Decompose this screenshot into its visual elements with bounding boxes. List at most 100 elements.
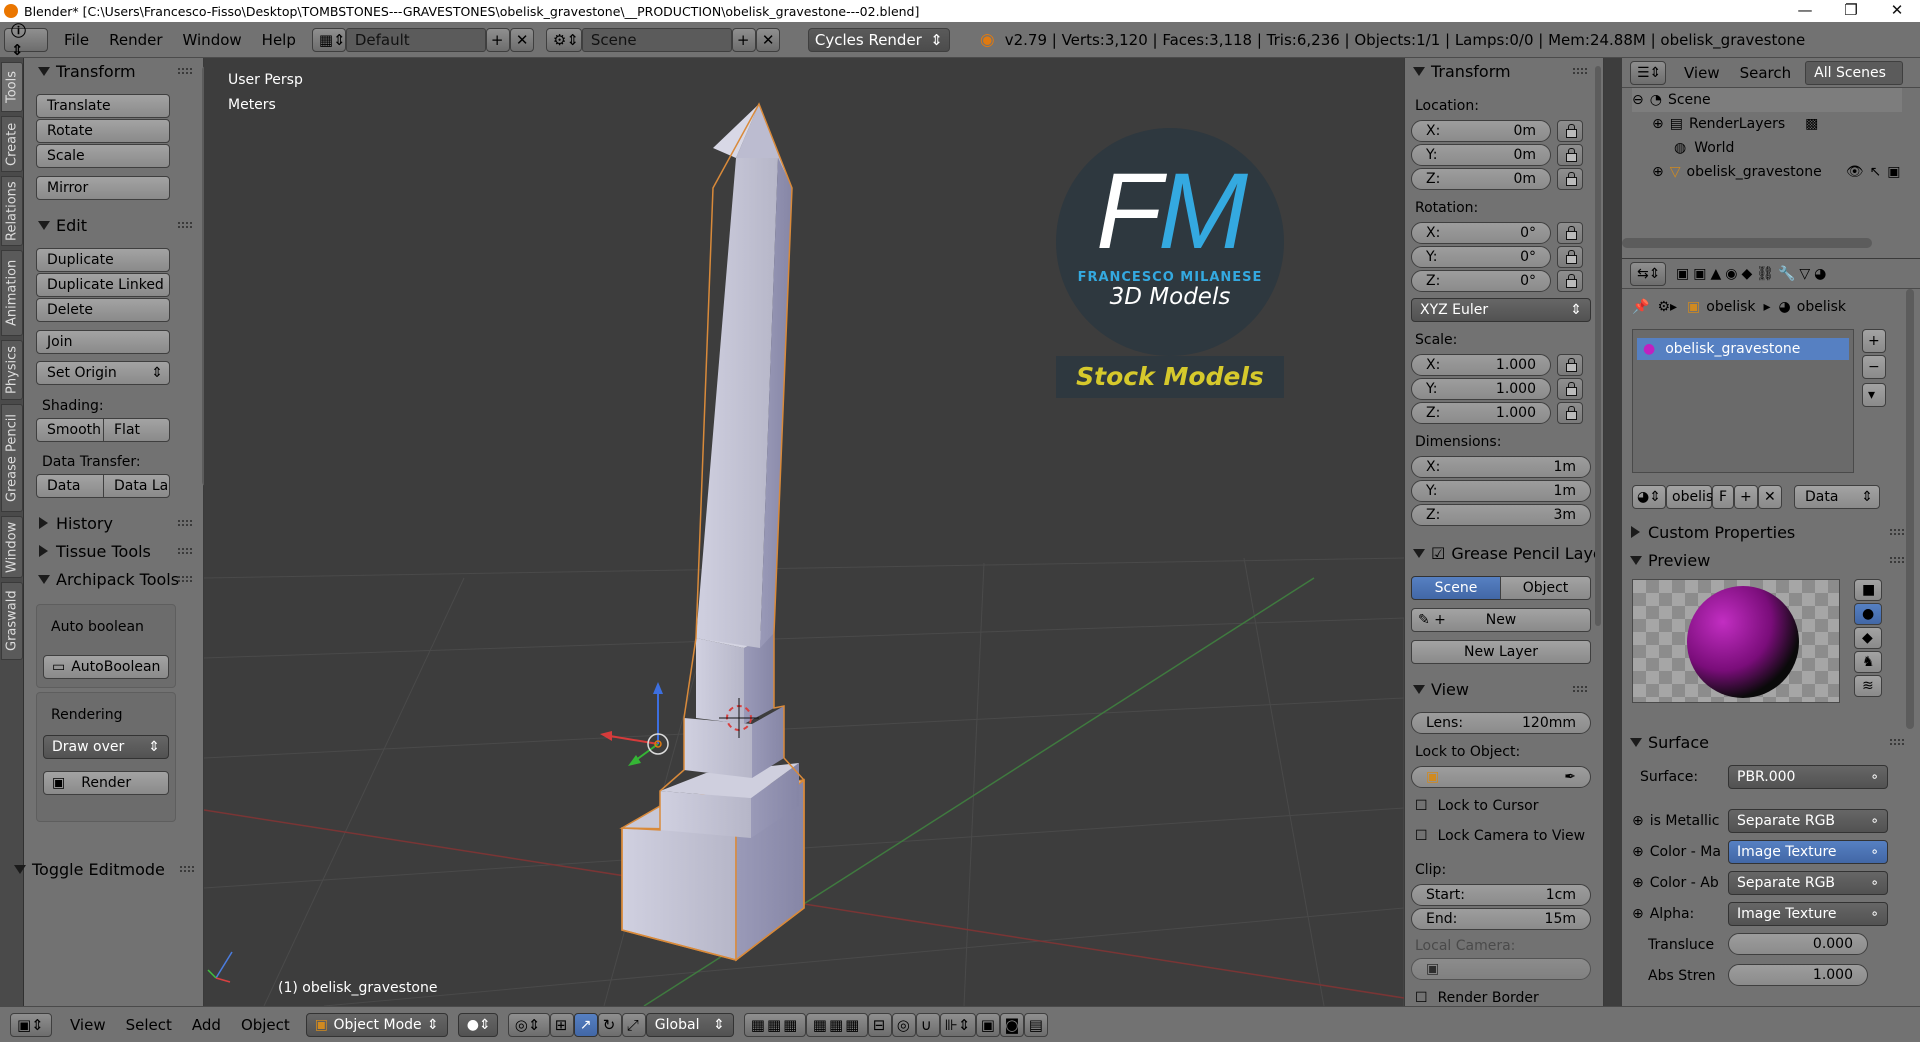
rotation-mode-dropdown[interactable]: XYZ Euler ⇕ [1411,298,1591,322]
editor-type-button[interactable]: ☰⇕ [1630,60,1666,85]
data-transfer-button[interactable]: Data [36,474,104,498]
view-panel-header[interactable]: View [1405,676,1595,702]
preview-sphere-icon[interactable]: ● [1854,603,1882,625]
translate-button[interactable]: Translate [36,94,170,118]
alpha-input-dropdown[interactable]: Image Texture ∘ [1728,902,1888,926]
expand-icon[interactable]: ⊕ [1652,164,1664,180]
outliner-item-scene[interactable]: ⊖ ◔ Scene [1632,88,1711,112]
context-tabs-icons[interactable]: ▣▣▲◉◆⛓🔧▽◕ [1676,266,1830,282]
scale-manipulator-icon[interactable]: ⤢ [621,1012,646,1037]
gp-new-button[interactable]: ✎ + New [1411,608,1591,632]
screen-layout-icon[interactable]: ▦⇕ [311,27,346,52]
layers-grid-1[interactable]: ▦▦▦ [743,1012,806,1037]
lock-icon[interactable] [1557,144,1583,166]
edit-panel-header[interactable]: Edit [30,212,200,238]
render-border-checkbox[interactable]: ☐ Render Border [1415,990,1539,1006]
lock-to-object-field[interactable]: ▣ ✒ [1411,766,1591,788]
maximize-button[interactable]: ❐ [1828,0,1874,22]
render-still-icon[interactable]: ◙ [999,1012,1024,1037]
preview-plane-icon[interactable]: ■ [1854,579,1882,601]
surface-shader-dropdown[interactable]: PBR.000 ∘ [1728,765,1888,789]
editor-type-button[interactable]: ⓘ ⇕ [4,22,48,59]
join-button[interactable]: Join [36,330,170,354]
outliner-search-menu[interactable]: Search [1740,64,1792,82]
set-origin-dropdown[interactable]: Set Origin ⇕ [36,361,170,385]
drag-grip-icon[interactable] [178,68,192,74]
archipack-panel-header[interactable]: Archipack Tools [30,566,200,592]
data-layout-button[interactable]: Data La [103,474,170,498]
slot-menu-button[interactable]: ▾ [1862,383,1886,407]
pivot-point-dropdown[interactable]: ◎⇕ [507,1012,550,1037]
outliner-view-menu[interactable]: View [1684,64,1720,82]
render-camera-icon[interactable]: ▣ [1887,164,1900,180]
color-ab-input-dropdown[interactable]: Separate RGB ∘ [1728,871,1888,895]
menu-help[interactable]: Help [262,31,296,49]
abs-stren-field[interactable]: 1.000 [1728,964,1868,986]
tab-tools[interactable]: Tools [1,62,23,112]
drag-grip-icon[interactable] [1573,68,1587,74]
render-button[interactable]: ▣ Render [43,771,169,795]
duplicate-button[interactable]: Duplicate [36,248,170,272]
lock-icon[interactable] [1557,402,1583,424]
visibility-eye-icon[interactable]: 👁 [1846,164,1864,180]
duplicate-linked-button[interactable]: Duplicate Linked [36,273,170,297]
tab-window[interactable]: Window [1,516,23,578]
tab-graswald[interactable]: Graswald [1,582,23,660]
lock-icon[interactable] [1557,168,1583,190]
outliner-filter-dropdown[interactable]: All Scenes [1805,60,1904,85]
scale-button[interactable]: Scale [36,144,170,168]
dimensions-x-field[interactable]: X: 1m [1411,456,1591,478]
clip-end-field[interactable]: End: 15m [1411,908,1591,930]
tab-create[interactable]: Create [1,116,23,172]
remove-screen-icon[interactable]: ✕ [509,27,534,52]
translate-manipulator-icon[interactable]: ↗ [573,1012,598,1037]
lock-icon[interactable] [1557,378,1583,400]
editor-type-button[interactable]: ⇆⇕ [1630,261,1666,286]
delete-button[interactable]: Delete [36,298,170,322]
transform-panel-header[interactable]: Transform [30,58,200,84]
material-slot-row[interactable]: ● obelisk_gravestone [1637,338,1849,360]
render-engine-dropdown[interactable]: Cycles Render ⇕ [807,27,950,52]
menu-view[interactable]: View [70,1016,106,1034]
autoboolean-button[interactable]: ▭ AutoBoolean [43,655,169,679]
pin-icon[interactable]: 📌 [1632,299,1649,315]
expand-icon[interactable]: ⊖ [1632,92,1644,108]
outliner-item-renderlayers[interactable]: ⊕ ▤ RenderLayers ▩ [1652,112,1818,136]
custom-properties-header[interactable]: Custom Properties [1622,519,1912,545]
lock-icon[interactable] [1557,246,1583,268]
new-material-button[interactable]: + [1734,485,1758,509]
gp-scene-toggle[interactable]: Scene [1411,576,1501,600]
rotate-manipulator-icon[interactable]: ↻ [597,1012,622,1037]
transluce-field[interactable]: 0.000 [1728,933,1868,955]
scale-x-field[interactable]: X: 1.000 [1411,354,1551,376]
unlink-material-button[interactable]: ✕ [1758,485,1782,509]
viewport-shading-dropdown[interactable]: ●⇕ [457,1012,498,1037]
link-mode-dropdown[interactable]: Data ⇕ [1794,485,1880,509]
socket-expand-icon[interactable]: ⊕ [1632,906,1644,922]
snap-element-dropdown[interactable]: ⊪⇕ [939,1012,976,1037]
scale-y-field[interactable]: Y: 1.000 [1411,378,1551,400]
gp-new-layer-button[interactable]: New Layer [1411,640,1591,664]
location-x-field[interactable]: X: 0m [1411,120,1551,142]
eyedropper-icon[interactable]: ✒ [1564,769,1576,785]
expand-icon[interactable]: ⊕ [1652,116,1664,132]
surface-header[interactable]: Surface [1622,729,1912,755]
lock-icon[interactable] [1557,120,1583,142]
mode-dropdown[interactable]: ▣ Object Mode ⇕ [305,1012,448,1037]
color-ma-input-dropdown[interactable]: Image Texture ∘ [1728,840,1888,864]
rotation-z-field[interactable]: Z: 0° [1411,270,1551,292]
mirror-button[interactable]: Mirror [36,176,170,200]
drag-grip-icon[interactable] [178,548,192,554]
layers-grid-2[interactable]: ▦▦▦ [805,1012,868,1037]
location-y-field[interactable]: Y: 0m [1411,144,1551,166]
opengl-render-icon[interactable]: ▣ [975,1012,1000,1037]
lock-icon[interactable] [1557,270,1583,292]
select-cursor-icon[interactable]: ↖ [1870,164,1882,180]
toggle-editmode-panel[interactable]: Toggle Editmode [6,856,202,882]
metallic-input-dropdown[interactable]: Separate RGB ∘ [1728,809,1888,833]
lock-icon[interactable] [1557,222,1583,244]
outliner-item-world[interactable]: ◍ World [1674,136,1734,160]
material-name-field[interactable]: obelis [1666,485,1713,509]
clip-start-field[interactable]: Start: 1cm [1411,884,1591,906]
location-z-field[interactable]: Z: 0m [1411,168,1551,190]
